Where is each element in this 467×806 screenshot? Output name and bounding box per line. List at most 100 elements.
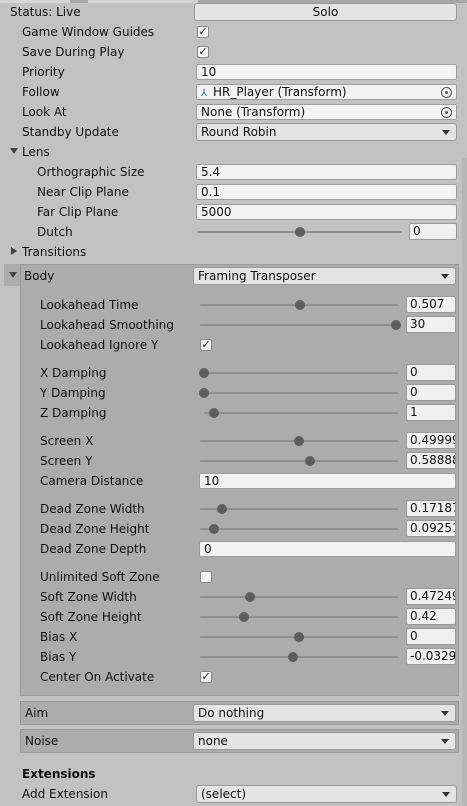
dropdown-arrow-icon	[441, 739, 449, 744]
follow-label: Follow	[22, 85, 60, 99]
slider-track	[204, 412, 398, 414]
far-clip-plane-label: Far Clip Plane	[37, 205, 119, 219]
bias-x-row: Bias X 0	[0, 627, 467, 647]
foldout-expanded-icon[interactable]	[10, 148, 18, 154]
bias-x-field[interactable]: 0	[406, 628, 456, 645]
slider-thumb[interactable]	[244, 592, 255, 602]
lens-label: Lens	[22, 145, 50, 159]
y-damping-slider[interactable]	[199, 383, 398, 403]
slider-thumb[interactable]	[294, 436, 304, 446]
follow-row: Follow ⅄ HR_Player (Transform)	[0, 82, 467, 102]
dead-zone-height-row: Dead Zone Height 0.09251	[0, 519, 467, 539]
screen-y-field[interactable]: 0.58888	[406, 452, 456, 469]
y-damping-field[interactable]: 0	[406, 384, 456, 401]
x-damping-field[interactable]: 0	[406, 364, 456, 381]
dutch-label: Dutch	[37, 225, 73, 239]
dead-zone-height-field[interactable]: 0.09251	[406, 520, 456, 537]
orthographic-size-field[interactable]: 5.4	[196, 164, 457, 180]
dead-zone-depth-row: Dead Zone Depth 0	[0, 539, 467, 559]
standby-update-row: Standby Update Round Robin	[0, 122, 467, 142]
soft-zone-width-slider[interactable]	[200, 587, 398, 607]
add-extension-dropdown[interactable]: (select)	[196, 785, 457, 803]
z-damping-slider[interactable]	[204, 403, 398, 423]
lookahead-time-row: Lookahead Time 0.507	[0, 295, 467, 315]
object-picker-icon[interactable]	[441, 107, 452, 118]
center-on-activate-row: Center On Activate ✓	[0, 667, 467, 687]
slider-track	[204, 372, 398, 374]
lookahead-smoothing-field[interactable]: 30	[406, 316, 456, 333]
unlimited-soft-zone-label: Unlimited Soft Zone	[40, 570, 160, 584]
lens-foldout[interactable]: Lens	[0, 142, 467, 162]
soft-zone-width-label: Soft Zone Width	[40, 590, 137, 604]
solo-button[interactable]: Solo	[194, 3, 457, 21]
screen-y-slider[interactable]	[200, 451, 398, 471]
dead-zone-height-slider[interactable]	[200, 519, 398, 539]
save-during-play-checkbox[interactable]: ✓	[197, 46, 209, 58]
game-window-guides-checkbox[interactable]: ✓	[197, 26, 209, 38]
standby-update-value: Round Robin	[201, 125, 277, 139]
standby-update-dropdown[interactable]: Round Robin	[196, 123, 457, 141]
soft-zone-height-field[interactable]: 0.42	[406, 608, 456, 625]
bias-y-row: Bias Y -0.0329	[0, 647, 467, 667]
center-on-activate-checkbox[interactable]: ✓	[200, 671, 212, 683]
lookahead-ignore-y-row: Lookahead Ignore Y ✓	[0, 335, 467, 355]
add-extension-row: Add Extension (select)	[0, 784, 467, 804]
lookahead-ignore-y-checkbox[interactable]: ✓	[200, 339, 212, 351]
slider-thumb[interactable]	[208, 524, 219, 534]
slider-thumb[interactable]	[304, 456, 315, 466]
look-at-row: Look At None (Transform)	[0, 102, 467, 122]
screen-x-field[interactable]: 0.49999	[406, 432, 456, 449]
screen-x-slider[interactable]	[200, 431, 398, 451]
slider-thumb[interactable]	[391, 320, 401, 330]
soft-zone-width-field[interactable]: 0.47249	[406, 588, 456, 605]
soft-zone-height-slider[interactable]	[200, 607, 398, 627]
dead-zone-width-field[interactable]: 0.17187	[406, 500, 456, 517]
slider-thumb[interactable]	[288, 652, 299, 662]
lookahead-smoothing-slider[interactable]	[200, 315, 401, 335]
look-at-field[interactable]: None (Transform)	[196, 104, 457, 120]
slider-track	[200, 528, 398, 530]
slider-thumb[interactable]	[208, 408, 219, 418]
lookahead-time-field[interactable]: 0.507	[406, 296, 456, 313]
lookahead-time-slider[interactable]	[200, 295, 398, 315]
dutch-row: Dutch 0	[0, 222, 467, 242]
extensions-heading-row: Extensions	[0, 764, 467, 784]
dead-zone-depth-field[interactable]: 0	[199, 541, 456, 557]
noise-mode-dropdown[interactable]: none	[193, 732, 456, 750]
dead-zone-width-slider[interactable]	[200, 499, 398, 519]
inspector-scrollbar[interactable]	[462, 158, 467, 806]
slider-thumb[interactable]	[294, 632, 304, 642]
priority-field[interactable]: 10	[196, 64, 457, 80]
checkmark-icon: ✓	[198, 25, 208, 38]
foldout-collapsed-icon[interactable]	[11, 247, 17, 255]
z-damping-row: Z Damping 1	[0, 403, 467, 423]
body-header[interactable]: Body Framing Transposer	[0, 266, 467, 286]
body-mode-dropdown[interactable]: Framing Transposer	[193, 267, 456, 285]
dead-zone-width-label: Dead Zone Width	[40, 502, 145, 516]
bias-x-slider[interactable]	[200, 627, 398, 647]
bias-y-slider[interactable]	[200, 647, 398, 667]
transitions-foldout[interactable]: Transitions	[0, 242, 467, 262]
foldout-expanded-icon[interactable]	[9, 272, 17, 278]
slider-thumb[interactable]	[295, 300, 306, 310]
slider-thumb[interactable]	[199, 368, 209, 378]
aim-mode-dropdown[interactable]: Do nothing	[193, 704, 456, 722]
slider-thumb[interactable]	[216, 504, 227, 514]
camera-distance-field[interactable]: 10	[199, 473, 456, 489]
object-picker-icon[interactable]	[441, 87, 452, 98]
bias-y-field[interactable]: -0.0329	[406, 648, 456, 665]
x-damping-slider[interactable]	[199, 363, 398, 383]
near-clip-plane-field[interactable]: 0.1	[196, 184, 457, 200]
unlimited-soft-zone-checkbox[interactable]	[200, 571, 212, 583]
z-damping-field[interactable]: 1	[406, 404, 456, 421]
follow-field[interactable]: ⅄ HR_Player (Transform)	[196, 84, 457, 100]
dropdown-arrow-icon	[441, 274, 449, 279]
slider-thumb[interactable]	[238, 612, 249, 622]
dutch-field[interactable]: 0	[409, 223, 457, 240]
screen-y-label: Screen Y	[40, 454, 93, 468]
dead-zone-width-row: Dead Zone Width 0.17187	[0, 499, 467, 519]
slider-thumb[interactable]	[294, 227, 305, 237]
dutch-slider[interactable]	[197, 222, 402, 242]
far-clip-plane-field[interactable]: 5000	[196, 204, 457, 220]
slider-thumb[interactable]	[199, 388, 209, 398]
